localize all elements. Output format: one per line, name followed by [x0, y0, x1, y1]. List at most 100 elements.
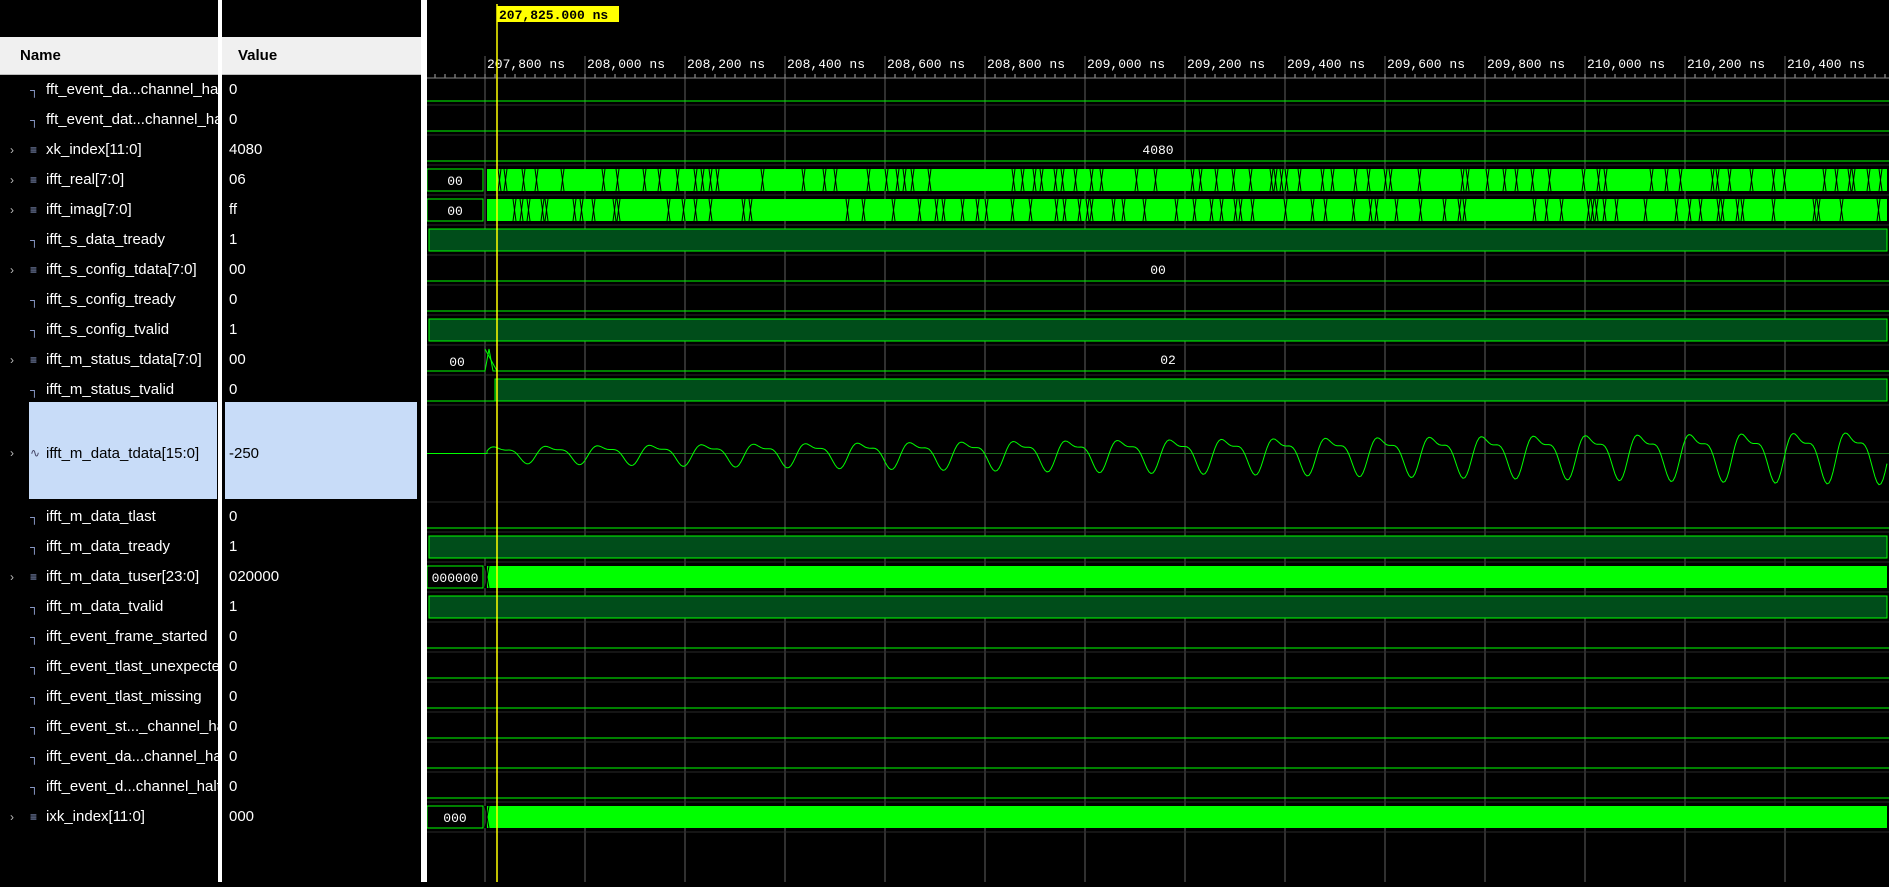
bit-wave-high	[428, 228, 1888, 252]
bit-wave-high	[428, 535, 1888, 559]
analog-signal-icon: ∿	[30, 446, 41, 460]
signal-row-11[interactable]: › ∿ ifft_m_data_tdata[15:0]	[0, 405, 218, 502]
signal-name: ifft_s_config_tready	[46, 291, 176, 308]
signal-row-4[interactable]: › ≡ ifft_imag[7:0]	[0, 195, 218, 225]
bit-signal-icon: ┐	[30, 383, 39, 397]
signal-name: ifft_m_data_tready	[46, 538, 170, 555]
bit-signal-icon: ┐	[30, 780, 39, 794]
bit-signal-icon: ┐	[30, 510, 39, 524]
signal-value: 00	[229, 261, 246, 278]
signal-row-21[interactable]: ┐ ifft_event_d...channel_halt	[0, 772, 218, 802]
signal-value: 06	[229, 171, 246, 188]
waveform-panel[interactable]: 207,800 ns 208,000 ns 208,200 ns 208,400 ns…	[426, 4, 1889, 882]
bit-wave-high	[428, 318, 1888, 342]
signal-name: ifft_m_data_tlast	[46, 508, 156, 525]
signal-value: 020000	[229, 568, 280, 585]
signal-row-0[interactable]: ┐ fft_event_da...channel_halt	[0, 75, 218, 105]
bus-wave-label: 02	[1160, 353, 1176, 368]
signal-row-13[interactable]: ┐ ifft_m_data_tready	[0, 532, 218, 562]
signal-name: ifft_event_da...channel_halt	[46, 748, 218, 765]
signal-value: 0	[229, 748, 238, 765]
signal-value: 1	[229, 231, 238, 248]
bit-signal-icon: ┐	[30, 540, 39, 554]
waveform-canvas[interactable]: 207,800 ns 208,000 ns 208,200 ns 208,400 ns…	[426, 4, 1889, 882]
signal-name: ifft_real[7:0]	[46, 171, 125, 188]
signal-value: 0	[229, 81, 238, 98]
signal-name: ifft_m_status_tvalid	[46, 381, 175, 398]
signal-value: -250	[229, 445, 260, 462]
signal-value: 00	[229, 351, 246, 368]
signal-value: 1	[229, 598, 238, 615]
bit-signal-icon: ┐	[30, 113, 39, 127]
signal-value: 1	[229, 538, 238, 555]
bus-wave-fill	[487, 566, 1887, 588]
signal-name: fft_event_da...channel_halt	[46, 81, 218, 98]
expand-chevron-icon[interactable]: ›	[10, 165, 14, 195]
signal-row-22[interactable]: › ≡ ixk_index[11:0]	[0, 802, 218, 832]
signal-row-9[interactable]: › ≡ ifft_m_status_tdata[7:0]	[0, 345, 218, 375]
bus-wave-fill	[487, 806, 1887, 828]
signal-name: xk_index[11:0]	[46, 141, 142, 158]
signal-name: ifft_m_data_tdata[15:0]	[46, 445, 200, 462]
waveform-viewer: Name ┐ fft_event_da...channel_halt ┐ fft_ev…	[0, 0, 1889, 882]
time-tick-label: 209,600 ns	[1387, 57, 1465, 72]
bit-signal-icon: ┐	[30, 293, 39, 307]
signal-row-1[interactable]: ┐ fft_event_dat...channel_halt	[0, 105, 218, 135]
signal-row-16[interactable]: ┐ ifft_event_frame_started	[0, 622, 218, 652]
value-column-header[interactable]: Value	[222, 37, 421, 75]
time-tick-label: 208,400 ns	[787, 57, 865, 72]
bit-signal-icon: ┐	[30, 690, 39, 704]
signal-row-19[interactable]: ┐ ifft_event_st..._channel_halt	[0, 712, 218, 742]
time-tick-label: 209,200 ns	[1187, 57, 1265, 72]
time-tick-label: 208,600 ns	[887, 57, 965, 72]
bus-wave-label: 000000	[432, 571, 479, 586]
signal-row-6[interactable]: › ≡ ifft_s_config_tdata[7:0]	[0, 255, 218, 285]
expand-chevron-icon[interactable]: ›	[10, 562, 14, 592]
signal-name-panel: Name ┐ fft_event_da...channel_halt ┐ fft_ev…	[0, 0, 218, 882]
signal-row-17[interactable]: ┐ ifft_event_tlast_unexpected	[0, 652, 218, 682]
expand-chevron-icon[interactable]: ›	[10, 195, 14, 225]
signal-value: 4080	[229, 141, 263, 158]
cursor-time-label: 207,825.000 ns	[499, 8, 608, 23]
bus-wave-label: 4080	[1142, 143, 1173, 158]
signal-row-14[interactable]: › ≡ ifft_m_data_tuser[23:0]	[0, 562, 218, 592]
signal-value: 1	[229, 321, 238, 338]
signal-value: 0	[229, 628, 238, 645]
signal-row-5[interactable]: ┐ ifft_s_data_tready	[0, 225, 218, 255]
time-tick-label: 207,800 ns	[487, 57, 565, 72]
signal-row-12[interactable]: ┐ ifft_m_data_tlast	[0, 502, 218, 532]
expand-chevron-icon[interactable]: ›	[10, 135, 14, 165]
signal-row-20[interactable]: ┐ ifft_event_da...channel_halt	[0, 742, 218, 772]
signal-name: ifft_event_d...channel_halt	[46, 778, 218, 795]
time-tick-label: 209,800 ns	[1487, 57, 1565, 72]
signal-row-15[interactable]: ┐ ifft_m_data_tvalid	[0, 592, 218, 622]
signal-name: ifft_m_data_tuser[23:0]	[46, 568, 200, 585]
waveform-background	[427, 4, 1889, 882]
signal-row-2[interactable]: › ≡ xk_index[11:0]	[0, 135, 218, 165]
time-tick-label: 208,800 ns	[987, 57, 1065, 72]
bus-signal-icon: ≡	[30, 143, 38, 157]
name-header-label: Name	[20, 47, 61, 64]
name-column-header[interactable]: Name	[0, 37, 218, 75]
bus-wave-label: 00	[447, 174, 463, 189]
expand-chevron-icon[interactable]: ›	[10, 405, 14, 502]
signal-name: ifft_s_config_tvalid	[46, 321, 170, 338]
expand-chevron-icon[interactable]: ›	[10, 802, 14, 832]
bus-wave-label: 00	[449, 355, 465, 370]
signal-row-3[interactable]: › ≡ ifft_real[7:0]	[0, 165, 218, 195]
time-tick-label: 208,000 ns	[587, 57, 665, 72]
bus-signal-icon: ≡	[30, 810, 38, 824]
bit-wave-high	[494, 378, 1888, 402]
signal-name: ifft_event_frame_started	[46, 628, 208, 645]
signal-value: 0	[229, 291, 238, 308]
signal-row-18[interactable]: ┐ ifft_event_tlast_missing	[0, 682, 218, 712]
signal-row-10[interactable]: ┐ ifft_m_status_tvalid	[0, 375, 218, 405]
signal-row-8[interactable]: ┐ ifft_s_config_tvalid	[0, 315, 218, 345]
bus-signal-icon: ≡	[30, 570, 38, 584]
signal-row-7[interactable]: ┐ ifft_s_config_tready	[0, 285, 218, 315]
signal-value: ff	[229, 201, 238, 218]
expand-chevron-icon[interactable]: ›	[10, 255, 14, 285]
expand-chevron-icon[interactable]: ›	[10, 345, 14, 375]
time-tick-label: 210,000 ns	[1587, 57, 1665, 72]
signal-value: 0	[229, 778, 238, 795]
